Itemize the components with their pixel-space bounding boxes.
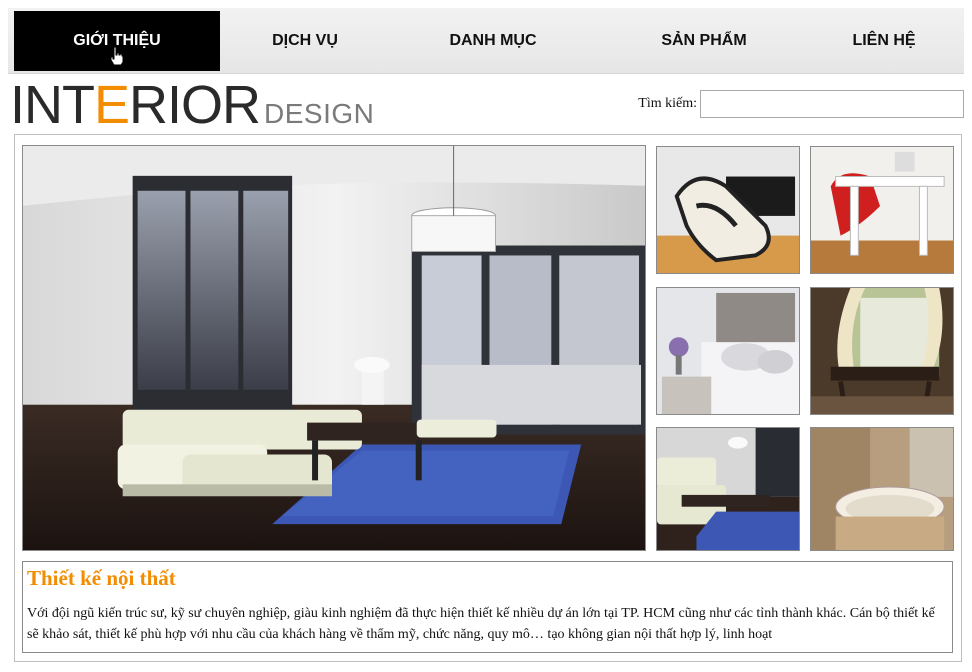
thumbnail-red-chair-table[interactable] bbox=[810, 146, 954, 274]
nav-item-dich-vu[interactable]: DỊCH VỤ bbox=[230, 11, 380, 71]
site-logo[interactable]: INTERIOR DESIGN bbox=[10, 75, 375, 135]
search-input[interactable] bbox=[700, 90, 964, 118]
section-text: Với đội ngũ kiến trúc sư, kỹ sư chuyên n… bbox=[27, 606, 935, 642]
logo-main-text: INTERIOR bbox=[10, 75, 261, 135]
nav-item-san-pham[interactable]: SẢN PHẨM bbox=[620, 11, 788, 71]
search-box: Tìm kiếm: bbox=[638, 90, 964, 118]
thumbnail-white-chair[interactable] bbox=[656, 146, 800, 274]
nav-item-label: LIÊN HỆ bbox=[852, 32, 916, 49]
thumbnail-window-chair[interactable] bbox=[810, 287, 954, 415]
thumbnail-living-room[interactable] bbox=[656, 427, 800, 551]
hand-cursor-icon bbox=[110, 46, 124, 66]
main-room-photo[interactable] bbox=[22, 145, 646, 551]
nav-item-lien-he[interactable]: LIÊN HỆ bbox=[814, 11, 954, 71]
nav-item-danh-muc[interactable]: DANH MỤC bbox=[408, 11, 578, 71]
logo-sub-text: DESIGN bbox=[264, 98, 375, 129]
thumbnail-bathroom[interactable] bbox=[810, 427, 954, 551]
nav-item-label: DỊCH VỤ bbox=[272, 32, 338, 49]
intro-section: Thiết kế nội thất Với đội ngũ kiến trúc … bbox=[22, 561, 953, 653]
nav-item-label: SẢN PHẨM bbox=[661, 32, 747, 49]
search-label: Tìm kiếm: bbox=[638, 96, 697, 111]
main-nav: GIỚI THIỆU DỊCH VỤ DANH MỤC SẢN PHẨM LIÊ… bbox=[8, 8, 964, 74]
section-title: Thiết kế nội thất bbox=[27, 566, 176, 590]
nav-item-label: DANH MỤC bbox=[449, 32, 537, 49]
thumbnail-bedroom[interactable] bbox=[656, 287, 800, 415]
